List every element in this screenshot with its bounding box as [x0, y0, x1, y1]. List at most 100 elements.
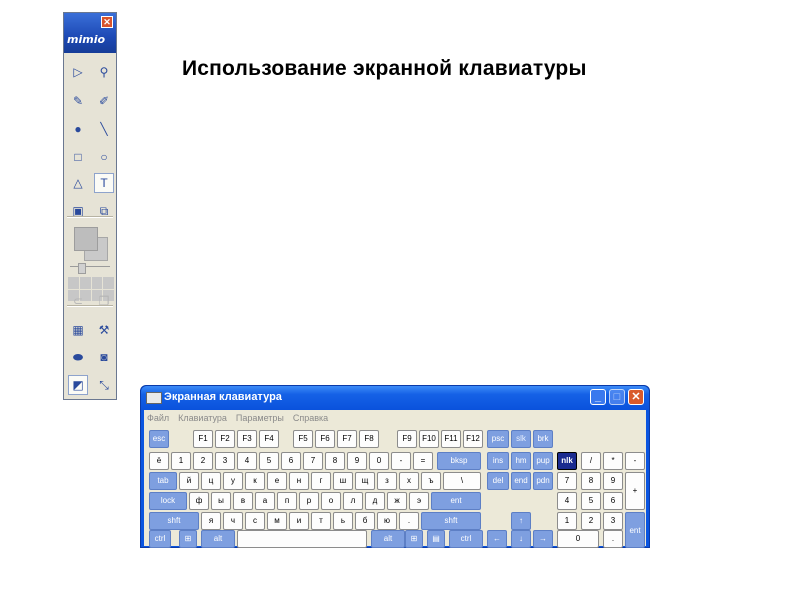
key-end[interactable]: end: [511, 472, 531, 490]
key-в[interactable]: в: [233, 492, 253, 510]
color-picker[interactable]: [72, 225, 108, 261]
key-symbol[interactable]: ↑: [511, 512, 531, 530]
triangle-icon[interactable]: △: [68, 173, 88, 193]
palette-swatch[interactable]: [103, 277, 114, 289]
key-shft[interactable]: shft: [149, 512, 199, 530]
thickness-slider[interactable]: [70, 263, 110, 274]
key-esc[interactable]: esc: [149, 430, 169, 448]
key-ш[interactable]: ш: [333, 472, 353, 490]
key-symbol[interactable]: ↓: [511, 530, 531, 548]
key-symbol[interactable]: -: [391, 452, 411, 470]
key-т[interactable]: т: [311, 512, 331, 530]
key-ins[interactable]: ins: [487, 452, 509, 470]
windows-logo-icon[interactable]: ⊞: [179, 530, 197, 548]
pen-icon[interactable]: ✎: [68, 91, 88, 111]
key-ч[interactable]: ч: [223, 512, 243, 530]
key-F10[interactable]: F10: [419, 430, 439, 448]
key-pdn[interactable]: pdn: [533, 472, 553, 490]
key-lock[interactable]: lock: [149, 492, 187, 510]
key-4[interactable]: 4: [557, 492, 577, 510]
key-F8[interactable]: F8: [359, 430, 379, 448]
key-tab[interactable]: tab: [149, 472, 177, 490]
key-е[interactable]: е: [267, 472, 287, 490]
key-symbol[interactable]: ←: [487, 530, 507, 548]
palette-swatch[interactable]: [91, 277, 103, 289]
key-8[interactable]: 8: [581, 472, 601, 490]
key-bksp[interactable]: bksp: [437, 452, 481, 470]
key-pup[interactable]: pup: [533, 452, 553, 470]
key-ь[interactable]: ь: [333, 512, 353, 530]
key-slk[interactable]: slk: [511, 430, 531, 448]
key-п[interactable]: п: [277, 492, 297, 510]
sphere-icon[interactable]: ●: [68, 119, 88, 139]
key-ж[interactable]: ж: [387, 492, 407, 510]
key-6[interactable]: 6: [603, 492, 623, 510]
key-symbol[interactable]: *: [603, 452, 623, 470]
key-alt[interactable]: alt: [371, 530, 405, 548]
layer-icon[interactable]: ❐: [94, 291, 114, 311]
key-F7[interactable]: F7: [337, 430, 357, 448]
line-color-swatch[interactable]: [74, 227, 98, 251]
select-arrow-icon[interactable]: ▷: [68, 62, 88, 82]
key-3[interactable]: 3: [603, 512, 623, 530]
key-з[interactable]: з: [377, 472, 397, 490]
key-г[interactable]: г: [311, 472, 331, 490]
key-ctrl[interactable]: ctrl: [149, 530, 171, 548]
key-ent[interactable]: ent: [431, 492, 481, 510]
key-F6[interactable]: F6: [315, 430, 335, 448]
palette-swatch[interactable]: [79, 277, 91, 289]
key-ю[interactable]: ю: [377, 512, 397, 530]
insert-image-icon[interactable]: ▣: [68, 201, 88, 221]
key-х[interactable]: х: [399, 472, 419, 490]
line-icon[interactable]: ╲: [94, 119, 114, 139]
key-3[interactable]: 3: [215, 452, 235, 470]
key-с[interactable]: с: [245, 512, 265, 530]
key-ъ[interactable]: ъ: [421, 472, 441, 490]
palette-swatch[interactable]: [68, 277, 79, 289]
text-tool-icon[interactable]: T: [94, 173, 114, 193]
key-р[interactable]: р: [299, 492, 319, 510]
close-icon[interactable]: ✕: [101, 16, 113, 28]
key-5[interactable]: 5: [259, 452, 279, 470]
key-ent[interactable]: ent: [625, 512, 645, 548]
key-alt[interactable]: alt: [201, 530, 235, 548]
key-7[interactable]: 7: [557, 472, 577, 490]
key-del[interactable]: del: [487, 472, 509, 490]
key-н[interactable]: н: [289, 472, 309, 490]
key-у[interactable]: у: [223, 472, 243, 490]
key-F5[interactable]: F5: [293, 430, 313, 448]
key-symbol[interactable]: →: [533, 530, 553, 548]
key-nlk[interactable]: nlk: [557, 452, 577, 470]
key-F11[interactable]: F11: [441, 430, 461, 448]
key-и[interactable]: и: [289, 512, 309, 530]
key-0[interactable]: 0: [557, 530, 599, 548]
key-ё[interactable]: ё: [149, 452, 169, 470]
maximize-button[interactable]: □: [609, 389, 625, 405]
key-ctrl[interactable]: ctrl: [449, 530, 483, 548]
lasso-icon[interactable]: ⊂: [68, 291, 88, 311]
circle-icon[interactable]: ○: [94, 147, 114, 167]
key-symbol[interactable]: =: [413, 452, 433, 470]
reveal-icon[interactable]: ◩: [68, 375, 88, 395]
key-а[interactable]: а: [255, 492, 275, 510]
key-8[interactable]: 8: [325, 452, 345, 470]
magnifier-icon[interactable]: ⚲: [94, 62, 114, 82]
menu-file[interactable]: Файл: [147, 410, 169, 426]
key-5[interactable]: 5: [581, 492, 601, 510]
key-F9[interactable]: F9: [397, 430, 417, 448]
key-space[interactable]: [237, 530, 367, 548]
rectangle-icon[interactable]: □: [68, 147, 88, 167]
highlighter-icon[interactable]: ✐: [94, 91, 114, 111]
key-F1[interactable]: F1: [193, 430, 213, 448]
key-9[interactable]: 9: [347, 452, 367, 470]
minimize-button[interactable]: _: [590, 389, 606, 405]
key-brk[interactable]: brk: [533, 430, 553, 448]
window-titlebar[interactable]: Экранная клавиатура _ □ ✕: [141, 386, 649, 410]
key-о[interactable]: о: [321, 492, 341, 510]
key-2[interactable]: 2: [193, 452, 213, 470]
gallery-icon[interactable]: ▦: [68, 320, 88, 340]
key-0[interactable]: 0: [369, 452, 389, 470]
close-button[interactable]: ✕: [628, 389, 644, 405]
key-ы[interactable]: ы: [211, 492, 231, 510]
key-6[interactable]: 6: [281, 452, 301, 470]
